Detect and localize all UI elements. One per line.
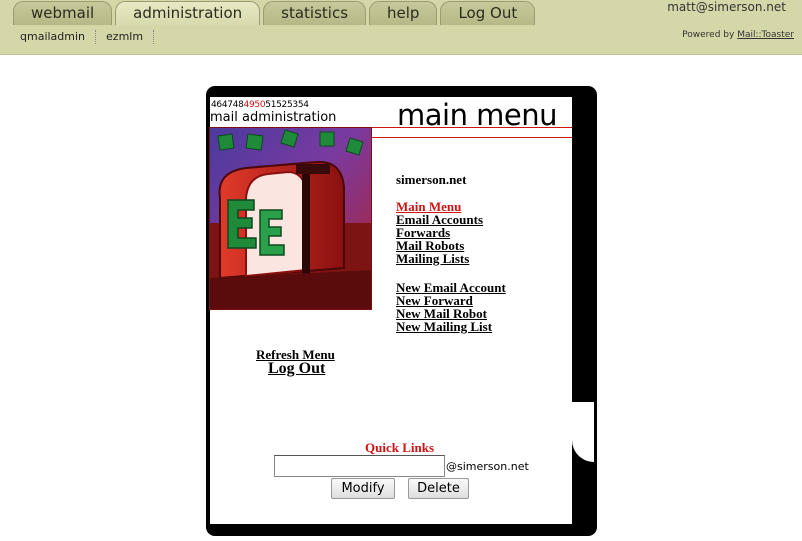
mail-toaster-link[interactable]: Mail::Toaster	[737, 30, 794, 40]
powered-by-prefix: Powered by	[682, 30, 738, 40]
counter-suffix: 51525354	[265, 100, 309, 110]
counter-highlight: 4950	[243, 100, 266, 110]
tab-log-out[interactable]: Log Out	[440, 1, 536, 25]
subnav-ezmlm[interactable]: ezmlm	[96, 30, 155, 44]
tab-bar: webmail administration statistics help L…	[13, 1, 536, 25]
tab-webmail[interactable]: webmail	[13, 1, 113, 25]
log-out-link[interactable]: Log Out	[268, 360, 325, 378]
mailbox-illustration-svg	[210, 128, 371, 309]
delete-button[interactable]: Delete	[408, 478, 469, 499]
tab-help[interactable]: help	[369, 1, 438, 25]
counter-prefix: 464748	[211, 100, 244, 110]
domain-name: simerson.net	[396, 172, 467, 187]
menu-link-new-mailing-list[interactable]: New Mailing List	[396, 320, 492, 333]
tab-administration[interactable]: administration	[115, 1, 261, 25]
red-divider-bottom	[366, 137, 572, 138]
subnav-qmailadmin[interactable]: qmailadmin	[0, 30, 97, 44]
powered-by: Powered by Mail::Toaster	[682, 30, 794, 40]
top-header: webmail administration statistics help L…	[0, 0, 802, 55]
quick-links-title: Quick Links	[365, 440, 435, 455]
menu-link-mailing-lists[interactable]: Mailing Lists	[396, 252, 469, 265]
panel-subtitle: mail administration	[210, 110, 337, 125]
sub-navigation: qmailadmin ezmlm	[0, 28, 155, 46]
quick-links-input[interactable]	[274, 455, 445, 477]
header-counter-logo: 464748495051525354	[211, 100, 309, 110]
modify-button[interactable]: Modify	[331, 478, 395, 499]
user-email: matt@simerson.net	[667, 0, 786, 14]
domain-suffix: @simerson.net	[446, 460, 529, 473]
tab-statistics[interactable]: statistics	[263, 1, 367, 25]
mailbox-illustration	[209, 127, 372, 310]
panel-curl-decoration	[572, 402, 594, 462]
